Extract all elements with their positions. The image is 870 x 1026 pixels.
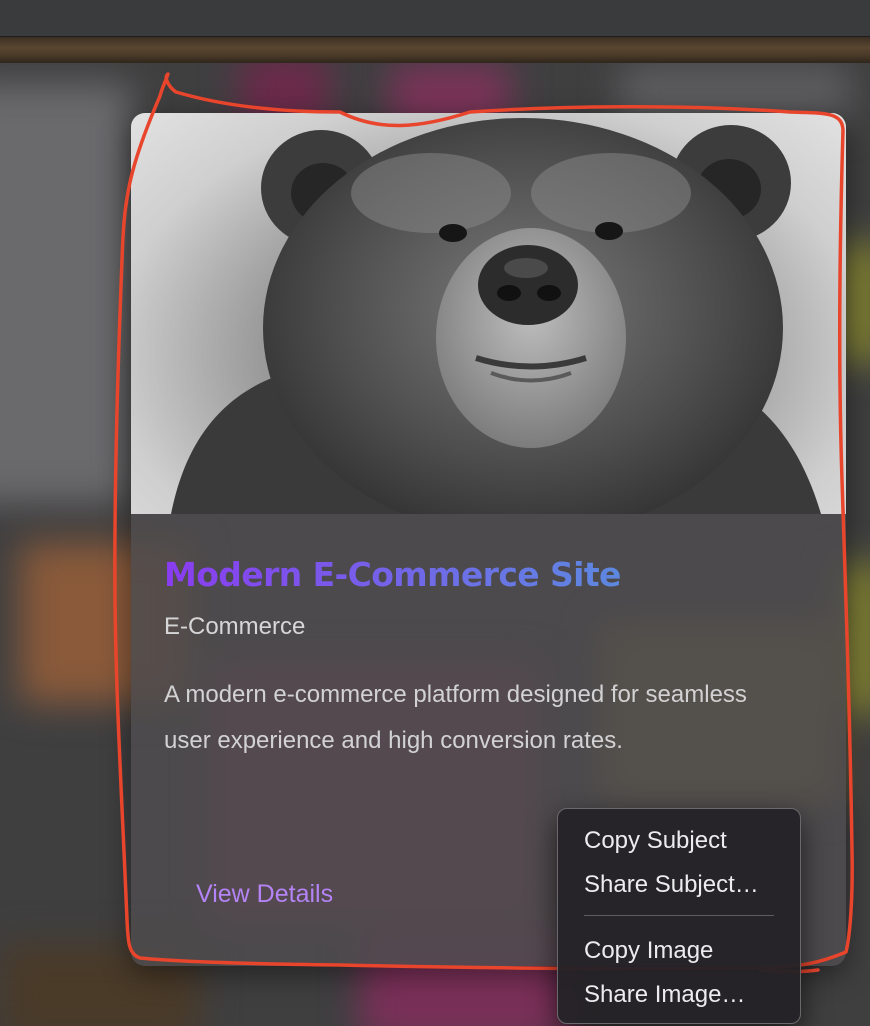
menu-item-share-subject[interactable]: Share Subject… xyxy=(584,870,759,900)
card-category: E-Commerce xyxy=(164,613,306,640)
menu-item-copy-subject[interactable]: Copy Subject xyxy=(584,826,727,856)
window-toolbar xyxy=(0,0,870,37)
menu-item-share-image[interactable]: Share Image… xyxy=(584,980,745,1010)
project-image[interactable] xyxy=(131,113,846,514)
card-body: Modern E-Commerce Site E-Commerce A mode… xyxy=(131,514,846,764)
screen: Modern E-Commerce Site E-Commerce A mode… xyxy=(0,0,870,1026)
background-shelf xyxy=(0,37,870,63)
card-title: Modern E-Commerce Site xyxy=(164,554,813,596)
context-menu: Copy Subject Share Subject… Copy Image S… xyxy=(557,808,801,1024)
menu-separator xyxy=(584,915,774,916)
menu-item-copy-image[interactable]: Copy Image xyxy=(584,936,713,966)
view-details-link[interactable]: View Details xyxy=(196,878,333,910)
card-description: A modern e-commerce platform designed fo… xyxy=(164,681,747,754)
bear-photo-image xyxy=(171,118,821,514)
